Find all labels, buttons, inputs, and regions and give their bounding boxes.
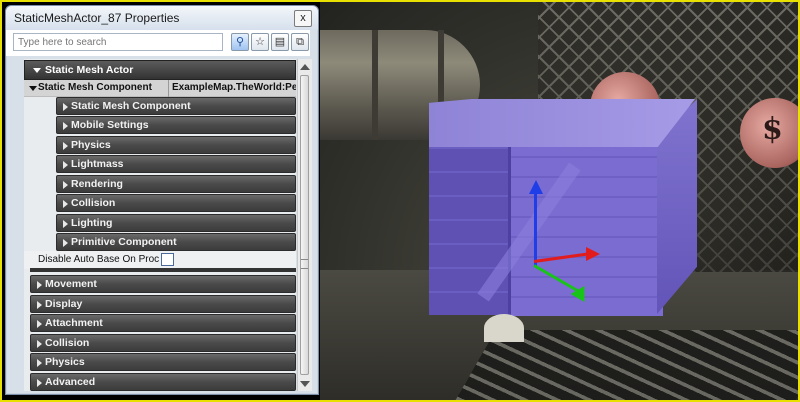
subcategory-mobile-settings[interactable]: Mobile Settings xyxy=(56,116,296,134)
property-value: ExampleMap.TheWorld:PersistentLevel xyxy=(172,82,296,93)
collapsed-arrow-icon xyxy=(63,239,68,247)
static-mesh-component-row[interactable]: Static Mesh Component ExampleMap.TheWorl… xyxy=(24,80,296,97)
subcategory-rendering[interactable]: Rendering xyxy=(56,175,296,193)
pipe-band xyxy=(372,30,378,140)
close-button[interactable]: x xyxy=(294,10,312,27)
subcategory-label: Lighting xyxy=(71,217,113,229)
vertical-scrollbar[interactable] xyxy=(297,59,312,391)
scroll-up-arrow-icon[interactable] xyxy=(300,64,310,70)
collapsed-arrow-icon xyxy=(63,220,68,228)
disable-auto-base-row: Disable Auto Base On Proc Build xyxy=(24,251,296,269)
title-bar[interactable]: StaticMeshActor_87 Properties x xyxy=(6,6,318,30)
category-label: Movement xyxy=(45,278,97,290)
collapsed-arrow-icon xyxy=(63,200,68,208)
scroll-thumb[interactable] xyxy=(300,75,309,375)
disable-auto-base-checkbox[interactable] xyxy=(161,253,174,266)
collapsed-arrow-icon xyxy=(37,340,42,348)
subcategory-lighting[interactable]: Lighting xyxy=(56,214,296,232)
category-attachment[interactable]: Attachment xyxy=(30,314,296,332)
category-label: Collision xyxy=(45,337,90,349)
column-divider[interactable] xyxy=(168,80,169,97)
collapsed-arrow-icon xyxy=(63,181,68,189)
collapsed-arrow-icon xyxy=(37,320,42,328)
dollar-symbol: $ xyxy=(762,112,783,147)
category-label: Static Mesh Actor xyxy=(45,64,134,76)
copy-icon[interactable]: ⧉ xyxy=(291,33,309,51)
category-display[interactable]: Display xyxy=(30,295,296,313)
subcategory-label: Primitive Component xyxy=(71,236,177,248)
subcategory-label: Static Mesh Component xyxy=(71,100,191,112)
collapsed-arrow-icon xyxy=(37,281,42,289)
z-axis-gizmo[interactable] xyxy=(534,188,537,266)
z-axis-arrow-icon[interactable] xyxy=(529,180,543,194)
lock-icon[interactable]: ▤ xyxy=(271,33,289,51)
scroll-down-arrow-icon[interactable] xyxy=(300,381,310,387)
collapsed-arrow-icon xyxy=(37,301,42,309)
category-physics[interactable]: Physics xyxy=(30,353,296,371)
scroll-grip-icon xyxy=(301,259,308,269)
subcategory-label: Physics xyxy=(71,139,111,151)
property-label: Disable Auto Base On Proc Build xyxy=(38,254,161,265)
subcategory-physics[interactable]: Physics xyxy=(56,136,296,154)
collapsed-arrow-icon xyxy=(37,379,42,387)
screenshot-frame: $ StaticMeshActor_87 Properties x ⚲ ☆ ▤ … xyxy=(0,0,800,402)
expanded-arrow-icon xyxy=(29,86,37,91)
light-cone xyxy=(484,314,524,342)
star-icon[interactable]: ☆ xyxy=(251,33,269,51)
search-go-icon[interactable]: ⚲ xyxy=(231,33,249,51)
collapsed-arrow-icon xyxy=(63,161,68,169)
crate-top[interactable] xyxy=(429,99,695,147)
category-label: Physics xyxy=(45,356,85,368)
property-label: Static Mesh Component xyxy=(38,82,152,93)
window-title: StaticMeshActor_87 Properties xyxy=(14,11,180,25)
subcategory-label: Rendering xyxy=(71,178,123,190)
subcategory-label: Collision xyxy=(71,197,116,209)
category-label: Display xyxy=(45,298,83,310)
group-separator xyxy=(30,268,296,272)
subcategory-collision[interactable]: Collision xyxy=(56,194,296,212)
category-label: Attachment xyxy=(45,317,103,329)
collapsed-arrow-icon xyxy=(63,103,68,111)
subcategory-static-mesh-component[interactable]: Static Mesh Component xyxy=(56,97,296,115)
subcategory-label: Mobile Settings xyxy=(71,119,149,131)
subcategory-label: Lightmass xyxy=(71,158,124,170)
search-input[interactable] xyxy=(13,33,223,51)
collapsed-arrow-icon xyxy=(63,142,68,150)
subcategory-lightmass[interactable]: Lightmass xyxy=(56,155,296,173)
category-static-mesh-actor[interactable]: Static Mesh Actor xyxy=(24,60,296,80)
expanded-arrow-icon xyxy=(33,68,41,73)
collapsed-arrow-icon xyxy=(37,359,42,367)
category-label: Advanced xyxy=(45,376,96,388)
x-axis-arrow-icon[interactable] xyxy=(586,247,600,261)
category-movement[interactable]: Movement xyxy=(30,275,296,293)
category-advanced[interactable]: Advanced xyxy=(30,373,296,391)
collapsed-arrow-icon xyxy=(63,122,68,130)
category-collision[interactable]: Collision xyxy=(30,334,296,352)
subcategory-primitive-component[interactable]: Primitive Component xyxy=(56,233,296,251)
